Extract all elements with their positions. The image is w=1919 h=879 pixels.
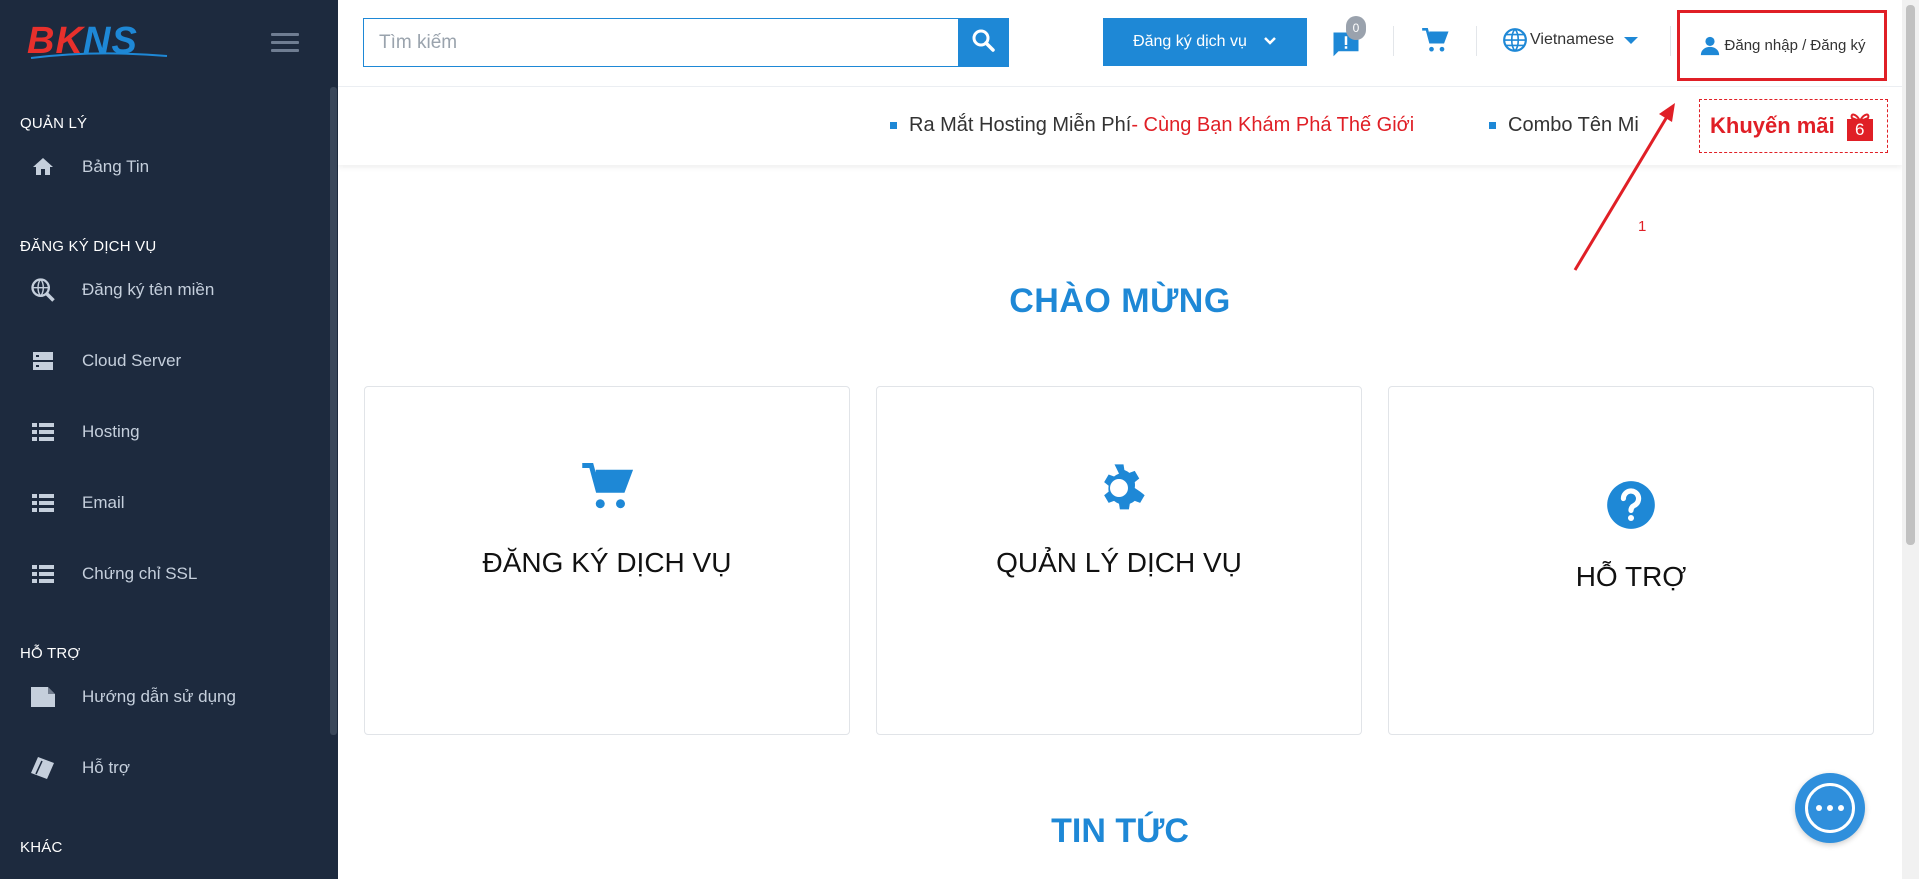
language-label: Vietnamese bbox=[1530, 31, 1615, 48]
card-support[interactable]: HỖ TRỢ bbox=[1388, 386, 1874, 735]
ticker-item-highlight: - Cùng Bạn Khám Phá Thế Giới bbox=[1131, 114, 1415, 136]
search-icon bbox=[971, 28, 995, 57]
cart-button[interactable] bbox=[1420, 27, 1450, 60]
welcome-title: CHÀO MỪNG bbox=[1009, 282, 1231, 320]
ticker-item-text: Combo Tên Mi bbox=[1508, 114, 1639, 136]
section-title-quan-ly: QUẢN LÝ bbox=[20, 115, 88, 132]
search-button[interactable] bbox=[958, 19, 1008, 66]
section-title-dang-ky: ĐĂNG KÝ DỊCH VỤ bbox=[20, 238, 157, 255]
user-icon bbox=[1699, 35, 1725, 57]
live-chat-button[interactable] bbox=[1795, 773, 1865, 843]
sidebar-item-label: Email bbox=[82, 493, 125, 512]
sidebar-item-support[interactable]: Hỗ trợ bbox=[28, 748, 318, 788]
list-icon bbox=[28, 417, 58, 447]
sidebar-item-bang-tin[interactable]: Bảng Tin bbox=[28, 147, 318, 187]
divider bbox=[1476, 26, 1477, 56]
domain-search-icon bbox=[28, 275, 58, 305]
chevron-down-icon bbox=[1263, 33, 1277, 51]
search-box bbox=[363, 18, 1009, 67]
divider bbox=[1393, 26, 1394, 56]
page-scrollbar[interactable] bbox=[1902, 0, 1919, 879]
sidebar-item-label: Hosting bbox=[82, 422, 140, 441]
cart-icon bbox=[1420, 28, 1450, 59]
sidebar-item-email[interactable]: Email bbox=[28, 483, 318, 523]
card-register-service[interactable]: ĐĂNG KÝ DỊCH VỤ bbox=[364, 386, 850, 735]
scrollbar-thumb[interactable] bbox=[1906, 5, 1915, 545]
globe-icon bbox=[1502, 27, 1528, 53]
sidebar-item-label: Bảng Tin bbox=[82, 157, 150, 176]
login-register-button[interactable]: Đăng nhập / Đăng ký bbox=[1677, 10, 1887, 81]
language-selector[interactable]: Vietnamese bbox=[1502, 27, 1639, 53]
gift-icon: 6 bbox=[1846, 111, 1873, 141]
sidebar-item-ssl[interactable]: Chứng chỉ SSL bbox=[28, 554, 318, 594]
section-title-ho-tro: HỖ TRỢ bbox=[20, 645, 81, 662]
notifications-button[interactable]: 0 bbox=[1331, 16, 1371, 64]
news-ticker: Ra Mắt Hosting Miễn Phí - Cùng Bạn Khám … bbox=[338, 87, 1902, 165]
sidebar-scrollbar[interactable] bbox=[330, 87, 337, 735]
sidebar-item-guide[interactable]: Hướng dẫn sử dụng bbox=[28, 677, 318, 717]
search-input[interactable] bbox=[364, 19, 958, 66]
list-icon bbox=[28, 559, 58, 589]
register-service-label: Đăng ký dịch vụ bbox=[1133, 33, 1247, 50]
ticker-item-text: Ra Mắt Hosting Miễn Phí bbox=[909, 114, 1132, 136]
help-icon bbox=[1389, 479, 1873, 531]
login-register-label: Đăng nhập / Đăng ký bbox=[1724, 37, 1866, 54]
server-icon bbox=[28, 346, 58, 376]
sidebar-item-label: Đăng ký tên miền bbox=[82, 280, 215, 299]
sidebar-item-hosting[interactable]: Hosting bbox=[28, 412, 318, 452]
annotation-step-number: 1 bbox=[1638, 218, 1647, 235]
bkns-logo[interactable]: BK NS bbox=[27, 20, 172, 62]
ticker-item[interactable]: Ra Mắt Hosting Miễn Phí - Cùng Bạn Khám … bbox=[890, 114, 1414, 137]
cart-icon bbox=[365, 461, 849, 515]
menu-toggle-icon[interactable] bbox=[271, 33, 299, 53]
bullet bbox=[1489, 122, 1496, 129]
caret-down-icon bbox=[1624, 36, 1639, 44]
sidebar-item-label: Chứng chỉ SSL bbox=[82, 564, 198, 583]
sidebar-item-domain[interactable]: Đăng ký tên miền bbox=[28, 270, 318, 310]
promotions-count: 6 bbox=[1846, 119, 1873, 141]
notification-count-badge: 0 bbox=[1346, 16, 1366, 40]
register-service-button[interactable]: Đăng ký dịch vụ bbox=[1103, 18, 1307, 66]
section-title-khac: KHÁC bbox=[20, 839, 63, 856]
card-manage-service[interactable]: QUẢN LÝ DỊCH VỤ bbox=[876, 386, 1362, 735]
card-label: QUẢN LÝ DỊCH VỤ bbox=[996, 547, 1242, 578]
sidebar-item-label: Hướng dẫn sử dụng bbox=[82, 687, 236, 706]
sidebar-item-cloud-server[interactable]: Cloud Server bbox=[28, 341, 318, 381]
svg-text:NS: NS bbox=[83, 20, 138, 62]
bullet bbox=[890, 122, 897, 129]
ticker-item[interactable]: Combo Tên Mi bbox=[1489, 114, 1639, 137]
promotions-button[interactable]: Khuyến mãi 6 bbox=[1699, 99, 1888, 153]
divider bbox=[1670, 26, 1671, 56]
sidebar-item-label: Hỗ trợ bbox=[82, 758, 130, 777]
news-title: TIN TỨC bbox=[1051, 812, 1189, 850]
document-icon bbox=[28, 682, 58, 712]
sidebar: BK NS QUẢN LÝ Bảng Tin ĐĂNG KÝ DỊCH VỤ Đ… bbox=[0, 0, 338, 879]
list-icon bbox=[28, 488, 58, 518]
card-label: ĐĂNG KÝ DỊCH VỤ bbox=[482, 547, 732, 578]
top-bar: Đăng ký dịch vụ 0 Vietnamese Đăng nhập /… bbox=[338, 0, 1919, 87]
ticket-icon bbox=[28, 753, 58, 783]
home-icon bbox=[28, 152, 58, 182]
chat-bubble-icon bbox=[1805, 783, 1855, 833]
card-label: HỖ TRỢ bbox=[1575, 561, 1687, 592]
promotions-label: Khuyến mãi bbox=[1710, 113, 1835, 138]
sidebar-item-label: Cloud Server bbox=[82, 351, 182, 370]
gear-icon bbox=[877, 461, 1361, 515]
